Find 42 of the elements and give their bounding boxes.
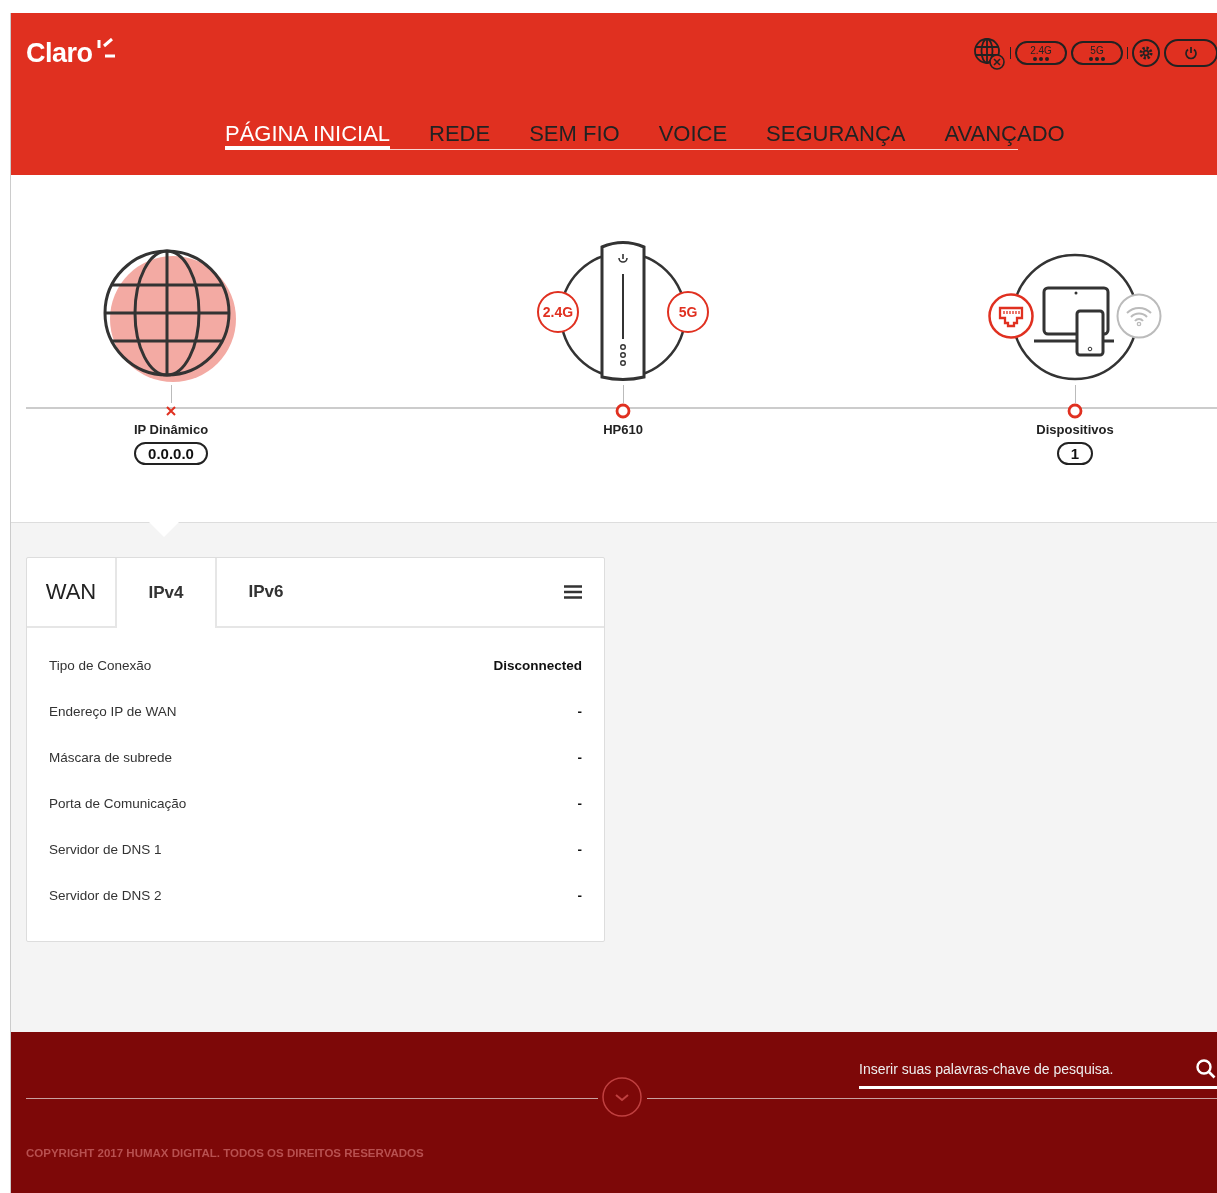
- node-value: 1: [1056, 442, 1094, 465]
- power-icon: [1184, 46, 1198, 60]
- field-value: -: [577, 749, 582, 765]
- field-value: -: [577, 703, 582, 719]
- band-status-button[interactable]: 2.4G: [1015, 41, 1067, 65]
- nav-tab[interactable]: SEGURANÇA: [766, 122, 906, 150]
- field-label: Endereço IP de WAN: [49, 703, 177, 719]
- copyright-text: COPYRIGHT 2017 HUMAX DIGITAL. TODOS OS DIREITOS RESERVADOS: [26, 1147, 424, 1159]
- band-badge: 5G: [667, 291, 709, 333]
- field-value: -: [577, 795, 582, 811]
- band-status-button[interactable]: 5G: [1071, 41, 1123, 65]
- node-label: IP Dinâmico: [133, 422, 209, 437]
- field-value: -: [577, 841, 582, 857]
- node-label: Dispositivos: [1036, 422, 1114, 437]
- field-label: Tipo de Conexão: [49, 657, 152, 673]
- globe-status-icon[interactable]: [972, 36, 1006, 70]
- field-value: Disconnected: [493, 657, 582, 673]
- search-field[interactable]: Inserir suas palavras-chave de pesquisa.: [859, 1052, 1217, 1089]
- field-label: Servidor de DNS 2: [49, 887, 162, 903]
- field-label: Servidor de DNS 1: [49, 841, 162, 857]
- gear-icon: [1138, 45, 1154, 61]
- ethernet-port-icon: [988, 293, 1034, 339]
- panel-tab[interactable]: IPv4: [117, 558, 217, 628]
- nav-tab[interactable]: REDE: [429, 122, 491, 150]
- search-icon[interactable]: [1196, 1059, 1216, 1079]
- settings-button[interactable]: [1132, 39, 1160, 67]
- globe-icon: [103, 249, 239, 385]
- logo-text: Claro: [26, 37, 93, 69]
- node-label: HP610: [603, 422, 643, 437]
- band-badge: 2.4G: [537, 291, 579, 333]
- field-label: Porta de Comunicação: [49, 795, 187, 811]
- field-label: Máscara de subrede: [49, 749, 173, 765]
- expand-chevron-icon[interactable]: [602, 1077, 642, 1117]
- menu-icon[interactable]: [564, 585, 582, 599]
- nav-tab[interactable]: PÁGINA INICIAL: [225, 122, 391, 150]
- node-value: 0.0.0.0: [134, 442, 208, 465]
- nav-tab[interactable]: AVANÇADO: [944, 122, 1065, 150]
- field-value: -: [577, 887, 582, 903]
- nav-tab[interactable]: SEM FIO: [529, 122, 620, 150]
- wifi-icon: [1116, 293, 1162, 339]
- power-button[interactable]: [1164, 39, 1217, 67]
- nav-tab[interactable]: VOICE: [658, 122, 728, 150]
